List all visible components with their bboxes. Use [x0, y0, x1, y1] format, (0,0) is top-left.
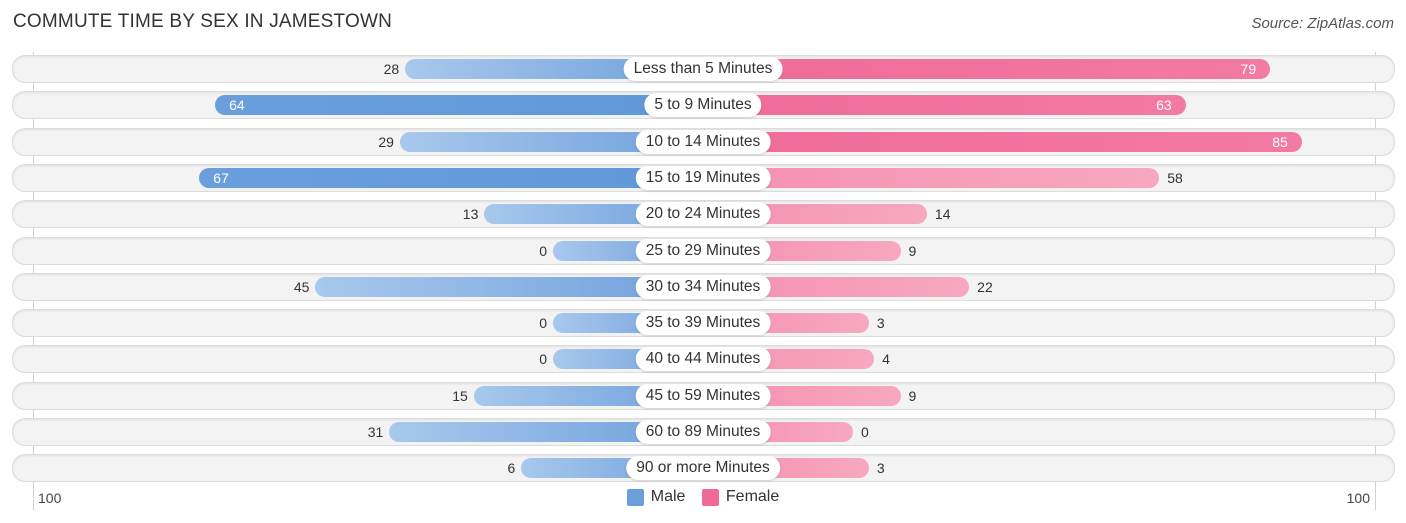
- category-label: 25 to 29 Minutes: [635, 238, 771, 263]
- bar-female[interactable]: [703, 167, 1160, 188]
- value-label-male: 45: [293, 278, 310, 295]
- value-label-female: 3: [876, 460, 885, 477]
- value-label-female: 14: [934, 206, 951, 223]
- legend: Male Female: [0, 488, 1406, 511]
- bar-female[interactable]: [703, 59, 1271, 79]
- legend-swatch-female: [701, 488, 719, 506]
- legend-label-male: Male: [650, 488, 686, 505]
- category-label: 90 or more Minutes: [626, 456, 780, 481]
- value-label-male: 28: [383, 61, 400, 77]
- value-label-female: 4: [882, 351, 890, 368]
- value-label-male: 0: [539, 242, 547, 259]
- source-label: Source: ZipAtlas.com: [1251, 15, 1394, 32]
- bar-female[interactable]: [703, 131, 1302, 152]
- legend-swatch-male: [626, 488, 644, 506]
- value-label-female: 3: [876, 315, 885, 332]
- category-label: 10 to 14 Minutes: [635, 129, 771, 154]
- value-label-female: 22: [977, 278, 993, 295]
- chart-root: COMMUTE TIME BY SEX IN JAMESTOWN Source:…: [0, 0, 1406, 523]
- category-label: Less than 5 Minutes: [623, 57, 783, 81]
- category-label: 5 to 9 Minutes: [644, 93, 762, 118]
- value-label-female: 85: [1272, 133, 1288, 150]
- legend-item-male[interactable]: Male: [626, 488, 686, 506]
- value-label-female: 79: [1240, 61, 1257, 77]
- value-label-male: 13: [462, 206, 479, 223]
- value-label-male: 31: [367, 424, 384, 440]
- bar-female[interactable]: [703, 95, 1186, 116]
- value-label-male: 0: [539, 351, 547, 368]
- value-label-female: 0: [861, 424, 869, 440]
- value-label-female: 58: [1167, 169, 1183, 186]
- legend-label-female: Female: [725, 488, 780, 505]
- bar-male[interactable]: [215, 95, 703, 116]
- value-label-male: 29: [378, 133, 394, 150]
- value-label-female: 9: [908, 387, 917, 404]
- category-label: 45 to 59 Minutes: [635, 383, 771, 408]
- category-label: 35 to 39 Minutes: [635, 311, 771, 336]
- category-label: 40 to 44 Minutes: [635, 347, 771, 372]
- value-label-male: 0: [539, 315, 547, 332]
- value-label-male: 15: [452, 387, 468, 404]
- value-label-female: 63: [1156, 97, 1172, 114]
- value-label-male: 67: [213, 169, 229, 186]
- value-label-male: 6: [507, 460, 516, 477]
- category-label: 15 to 19 Minutes: [635, 165, 771, 190]
- chart-title: COMMUTE TIME BY SEX IN JAMESTOWN: [13, 11, 393, 32]
- category-label: 20 to 24 Minutes: [635, 202, 771, 227]
- bar-male[interactable]: [199, 167, 703, 188]
- legend-item-female[interactable]: Female: [701, 488, 780, 506]
- value-label-male: 64: [229, 97, 245, 114]
- category-label: 30 to 34 Minutes: [635, 274, 771, 299]
- category-label: 60 to 89 Minutes: [635, 420, 771, 444]
- value-label-female: 9: [908, 242, 917, 259]
